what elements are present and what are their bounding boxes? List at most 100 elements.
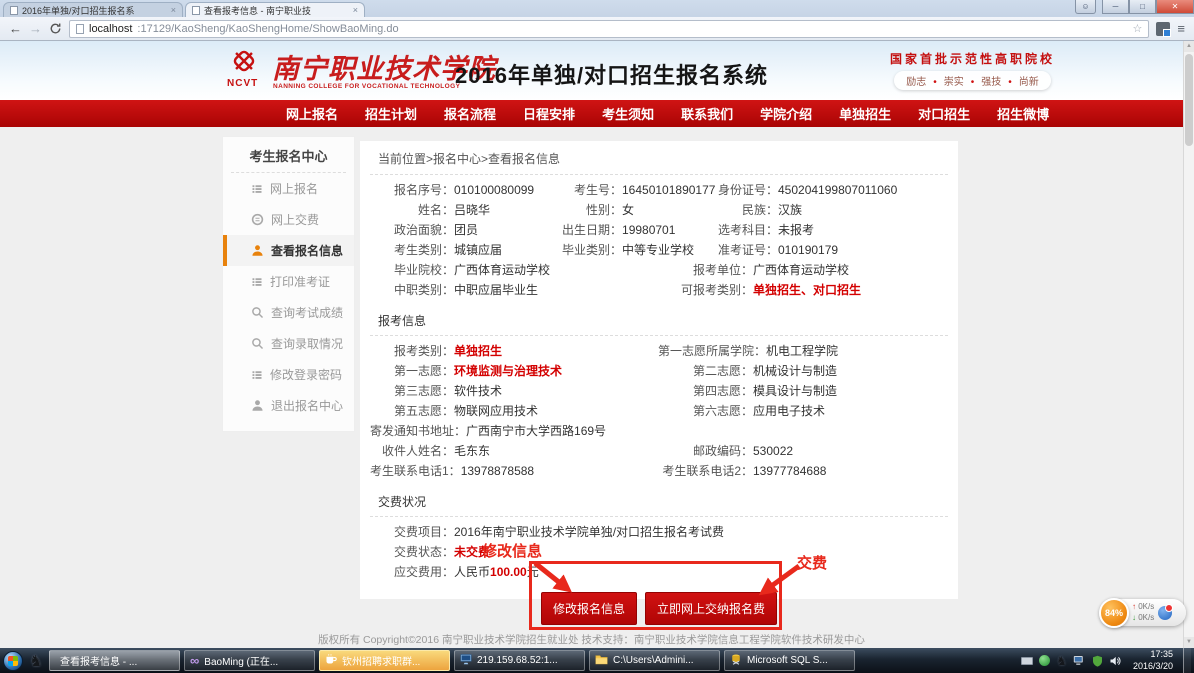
field-row: 应交费用：人民币100.00元: [370, 562, 950, 582]
field-value: 机电工程学院: [766, 341, 838, 361]
download-arrow-icon: ↓: [1132, 613, 1136, 622]
tab-title: 查看报考信息 - 南宁职业技: [204, 4, 349, 17]
value-part: 100.00: [490, 565, 527, 579]
sidebar-item-查询录取情况[interactable]: 查询录取情况: [223, 328, 354, 359]
slogan-word: 尚新: [1019, 77, 1039, 88]
taskbar-button[interactable]: C:\Users\Admini...: [589, 650, 720, 671]
start-button[interactable]: [3, 651, 23, 671]
taskbar-button-label: 查看报考信息 - ...: [60, 653, 137, 668]
taskbar-button-label: Microsoft SQL S...: [747, 655, 828, 666]
bookmark-star-icon[interactable]: ☆: [1133, 22, 1143, 35]
tray-keyboard-icon[interactable]: [1021, 657, 1033, 665]
field-cell: 姓名：吕晓华: [370, 200, 562, 220]
field-value: 010100080099: [454, 180, 534, 200]
tab-close-icon[interactable]: ×: [353, 5, 358, 15]
tray-network-icon[interactable]: [1073, 655, 1086, 666]
field-value: 010190179: [778, 240, 838, 260]
nav-item-考生须知[interactable]: 考生须知: [602, 104, 654, 123]
forward-icon[interactable]: →: [29, 22, 42, 35]
scrollbar-thumb[interactable]: [1185, 54, 1193, 146]
browser-tab[interactable]: 查看报考信息 - 南宁职业技 ×: [185, 2, 365, 17]
field-label: 邮政编码：: [658, 441, 753, 461]
field-cell: 毕业类别：中等专业学校: [562, 240, 714, 260]
honor-block: 国家首批示范性高职院校 励志•崇实•强技•尚新: [840, 50, 1105, 90]
extension-icon[interactable]: [1156, 22, 1170, 36]
nav-item-招生计划[interactable]: 招生计划: [365, 104, 417, 123]
field-cell: 第一志愿所属学院：机电工程学院: [658, 341, 950, 361]
field-cell: 准考证号：010190179: [714, 240, 950, 260]
taskbar-button[interactable]: Microsoft SQL S...: [724, 650, 855, 671]
field-value: 人民币100.00元: [454, 562, 539, 582]
field-label: 第一志愿：: [370, 361, 454, 381]
field-value: 模具设计与制造: [753, 381, 837, 401]
pinned-app-icon[interactable]: ♞: [27, 652, 45, 670]
slogan-word: 崇实: [944, 77, 964, 88]
visual-studio-icon: ∞: [190, 654, 199, 668]
field-label: 交费状态：: [370, 542, 454, 562]
taskbar-clock[interactable]: 17:35 2016/3/20: [1133, 649, 1173, 672]
profile-icon[interactable]: ☺: [1075, 0, 1096, 14]
field-label: 报名序号：: [370, 180, 454, 200]
browser-menu-icon[interactable]: ≡: [1177, 21, 1185, 36]
field-cell: 报考类别：单独招生: [370, 341, 658, 361]
field-value: 吕晓华: [454, 200, 490, 220]
field-value: 未交费: [454, 542, 490, 562]
taskbar-button[interactable]: 219.159.68.52:1...: [454, 650, 585, 671]
field-cell: 身份证号：450204199807011060: [714, 180, 950, 200]
minimize-button[interactable]: ─: [1102, 0, 1129, 14]
tray-volume-icon[interactable]: [1109, 655, 1121, 667]
sidebar-item-网上交费[interactable]: 网上交费: [223, 204, 354, 235]
sidebar-item-修改登录密码[interactable]: 修改登录密码: [223, 359, 354, 390]
taskbar-button[interactable]: 查看报考信息 - ...: [49, 650, 180, 671]
nav-item-网上报名[interactable]: 网上报名: [286, 104, 338, 123]
nav-item-报名流程[interactable]: 报名流程: [444, 104, 496, 123]
sidebar-item-退出报名中心[interactable]: 退出报名中心: [223, 390, 354, 421]
tab-close-icon[interactable]: ×: [171, 5, 176, 15]
field-row: 交费状态：未交费: [370, 542, 950, 562]
sidebar-item-label: 查看报名信息: [271, 242, 343, 259]
address-bar[interactable]: localhost :17129/KaoSheng/KaoShengHome/S…: [69, 20, 1149, 38]
maximize-button[interactable]: □: [1129, 0, 1156, 14]
back-icon[interactable]: ←: [9, 22, 22, 35]
sidebar-item-label: 退出报名中心: [271, 397, 343, 414]
coffee-cup-icon: [325, 653, 337, 668]
field-value: 13978878588: [461, 461, 534, 481]
page-scrollbar[interactable]: ▲ ▼: [1183, 41, 1194, 648]
close-button[interactable]: ✕: [1156, 0, 1194, 14]
nav-item-日程安排[interactable]: 日程安排: [523, 104, 575, 123]
slogan-dot: •: [1008, 77, 1012, 88]
nav-item-单独招生[interactable]: 单独招生: [839, 104, 891, 123]
modify-registration-button[interactable]: 修改报名信息: [541, 592, 637, 625]
nav-item-学院介绍[interactable]: 学院介绍: [760, 104, 812, 123]
refresh-icon[interactable]: [49, 22, 62, 35]
field-value: 中等专业学校: [622, 240, 694, 260]
tray-sync-icon[interactable]: [1039, 655, 1050, 666]
scroll-down-icon[interactable]: ▼: [1184, 637, 1194, 648]
sidebar-item-查看报名信息[interactable]: 查看报名信息: [223, 235, 354, 266]
sidebar-item-打印准考证[interactable]: 打印准考证: [223, 266, 354, 297]
sidebar-item-网上报名[interactable]: 网上报名: [223, 173, 354, 204]
sidebar-item-查询考试成绩[interactable]: 查询考试成绩: [223, 297, 354, 328]
show-desktop-button[interactable]: [1183, 648, 1191, 673]
field-cell: 交费项目：2016年南宁职业技术学院单独/对口招生报名考试费: [370, 522, 950, 542]
field-cell: 第三志愿：软件技术: [370, 381, 658, 401]
field-label: 可报考类别：: [658, 280, 753, 300]
scroll-up-icon[interactable]: ▲: [1184, 41, 1194, 52]
notification-dot-icon[interactable]: [1158, 606, 1172, 620]
nav-item-招生微博[interactable]: 招生微博: [997, 104, 1049, 123]
field-cell: 第五志愿：物联网应用技术: [370, 401, 658, 421]
nav-item-联系我们[interactable]: 联系我们: [681, 104, 733, 123]
field-cell: 应交费用：人民币100.00元: [370, 562, 950, 582]
speedball-widget[interactable]: 84% ↑ 0K/s ↓ 0K/s: [1102, 599, 1186, 626]
nav-item-对口招生[interactable]: 对口招生: [918, 104, 970, 123]
pay-online-button[interactable]: 立即网上交纳报名费: [645, 592, 777, 625]
speedball-percent-ball[interactable]: 84%: [1099, 598, 1129, 628]
taskbar-button[interactable]: 钦州招聘求职群...: [319, 650, 450, 671]
taskbar-button[interactable]: ∞BaoMing (正在...: [184, 650, 315, 671]
tray-safety-icon[interactable]: [1092, 655, 1103, 667]
browser-tab[interactable]: 2016年单独/对口招生报名系×: [3, 2, 183, 17]
field-label: 中职类别：: [370, 280, 454, 300]
value-part: 人民币: [454, 565, 490, 579]
window-controls: ☺ ─ □ ✕: [1075, 0, 1194, 14]
tray-pet-icon[interactable]: ♞: [1056, 655, 1067, 667]
